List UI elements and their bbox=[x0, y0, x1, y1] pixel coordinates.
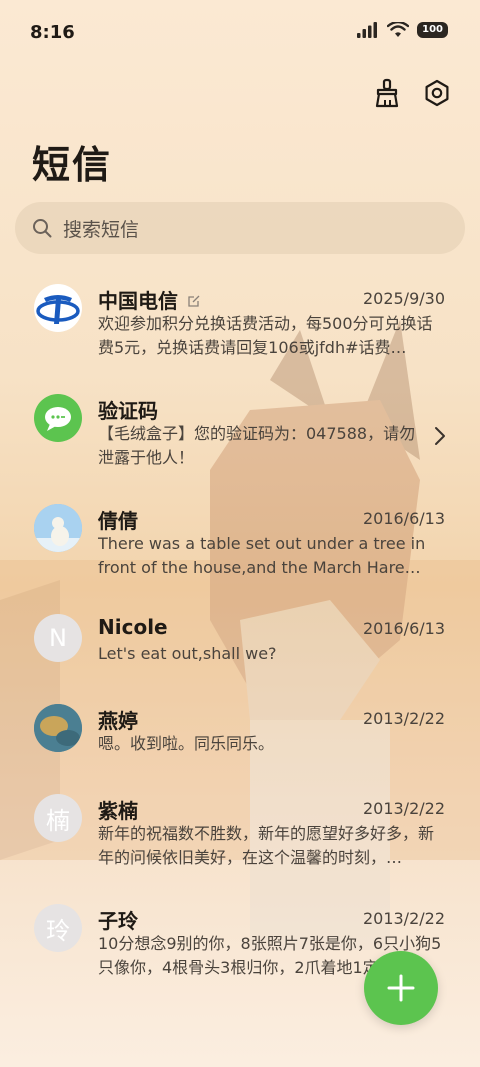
conversation-item[interactable]: 楠 紫楠 2013/2/22 新年的祝福数不胜数，新年的愿望好多好多，新年的问候… bbox=[0, 784, 480, 894]
status-icons: 100 bbox=[357, 22, 448, 38]
message-bubble-icon bbox=[45, 407, 71, 431]
broom-icon bbox=[375, 78, 399, 108]
clean-button[interactable] bbox=[370, 76, 404, 110]
plus-icon bbox=[387, 974, 415, 1002]
search-input[interactable]: 搜索短信 bbox=[15, 202, 465, 254]
landscape-photo-icon bbox=[34, 704, 82, 752]
message-preview: Let's eat out,shall we? bbox=[98, 644, 277, 663]
avatar bbox=[34, 394, 82, 442]
message-preview: 嗯。收到啦。同乐同乐。 bbox=[98, 734, 275, 753]
contact-name: 子玲 bbox=[98, 909, 138, 933]
contact-name: 倩倩 bbox=[98, 509, 138, 533]
message-date: 2016/6/13 bbox=[362, 619, 445, 638]
conversation-item[interactable]: 验证码 【毛绒盒子】您的验证码为：047588，请勿泄露于他人！ bbox=[0, 384, 480, 494]
battery-indicator: 100 bbox=[417, 22, 448, 38]
contact-name: 验证码 bbox=[98, 399, 158, 423]
search-placeholder: 搜索短信 bbox=[63, 218, 140, 241]
wifi-icon bbox=[387, 22, 410, 37]
conversation-item[interactable]: 倩倩 2016/6/13 There was a table set out u… bbox=[0, 494, 480, 604]
new-message-button[interactable] bbox=[364, 951, 438, 1025]
contact-name: 燕婷 bbox=[98, 709, 138, 733]
header-toolbar bbox=[370, 76, 454, 110]
status-time: 8:16 bbox=[30, 22, 75, 43]
message-date: 2025/9/30 bbox=[362, 289, 445, 308]
settings-button[interactable] bbox=[420, 76, 454, 110]
message-preview: There was a table set out under a tree i… bbox=[98, 534, 426, 577]
contact-name: 中国电信 bbox=[98, 285, 201, 314]
search-icon bbox=[33, 219, 52, 238]
avatar: 玲 bbox=[34, 904, 82, 952]
page-title: 短信 bbox=[32, 143, 113, 187]
message-date: 2013/2/22 bbox=[362, 909, 445, 928]
conversation-item[interactable]: 中国电信 2025/9/30 欢迎参加积分兑换话费活动，每500分可兑换话费5元… bbox=[0, 274, 480, 384]
avatar bbox=[34, 504, 82, 552]
message-date: 2013/2/22 bbox=[362, 799, 445, 818]
avatar bbox=[34, 704, 82, 752]
avatar bbox=[34, 284, 82, 332]
contact-name: 紫楠 bbox=[98, 799, 138, 823]
message-preview: 新年的祝福数不胜数，新年的愿望好多好多，新年的问候依旧美好，在这个温馨的时刻，… bbox=[98, 824, 435, 867]
polar-bear-photo-icon bbox=[34, 504, 82, 552]
message-date: 2016/6/13 bbox=[362, 509, 445, 528]
chevron-right-icon[interactable] bbox=[434, 426, 446, 446]
signal-icon bbox=[357, 22, 378, 38]
avatar: N bbox=[34, 614, 82, 662]
status-bar: 8:16 100 bbox=[0, 0, 480, 68]
edit-icon bbox=[188, 295, 200, 307]
avatar: 楠 bbox=[34, 794, 82, 842]
message-preview: 欢迎参加积分兑换话费活动，每500分可兑换话费5元，兑换话费请回复106或jfd… bbox=[98, 314, 433, 357]
gear-icon bbox=[425, 79, 449, 107]
message-date: 2013/2/22 bbox=[362, 709, 445, 728]
china-telecom-logo-icon bbox=[35, 285, 81, 331]
contact-name: Nicole bbox=[98, 615, 168, 639]
message-preview: 【毛绒盒子】您的验证码为：047588，请勿泄露于他人！ bbox=[98, 424, 416, 467]
